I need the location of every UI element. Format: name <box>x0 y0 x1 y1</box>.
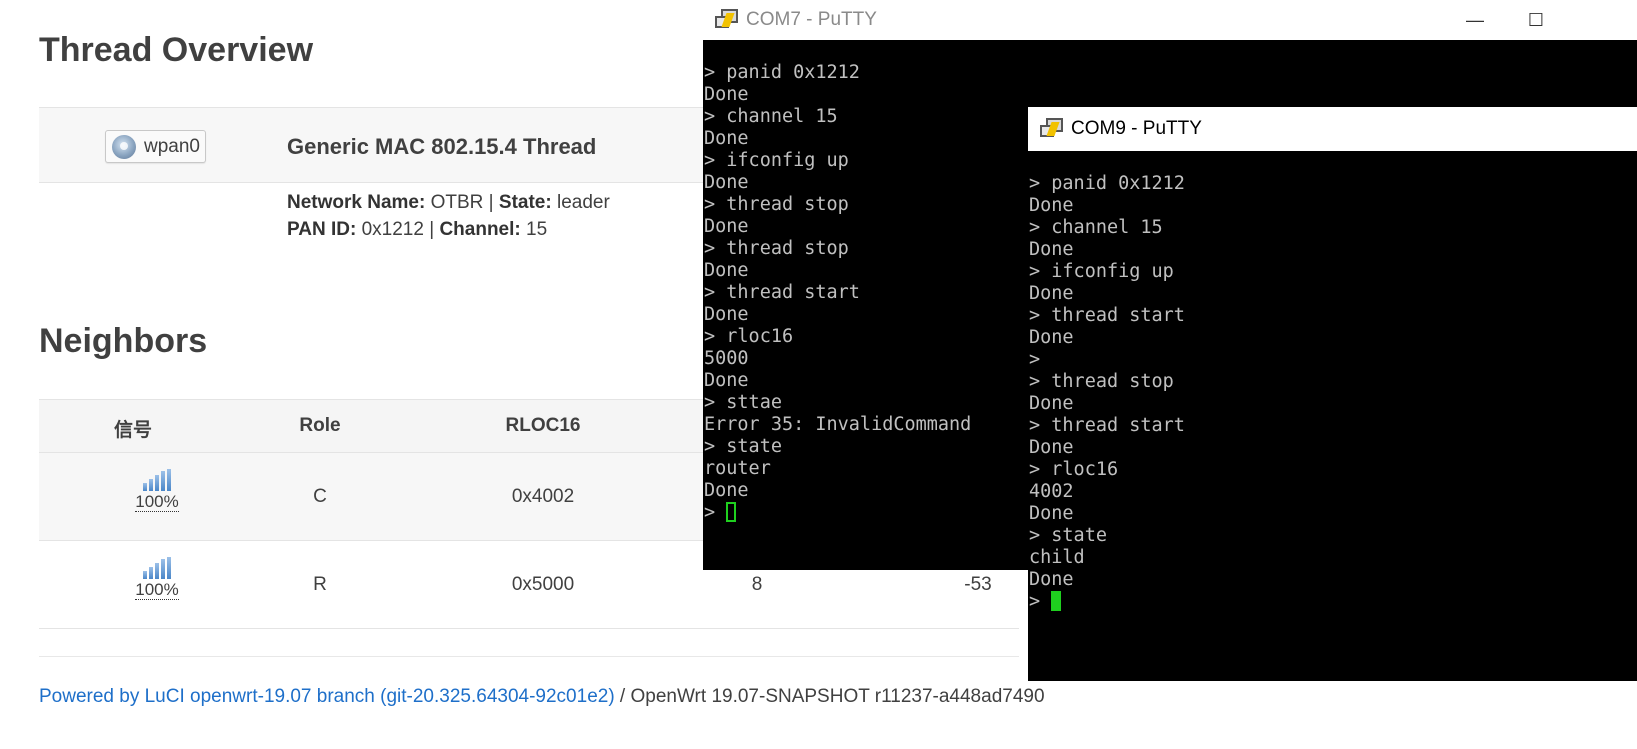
terminal-line: Done <box>1029 327 1074 348</box>
terminal-cursor <box>726 502 737 522</box>
network-name-label: Network Name: <box>287 192 426 213</box>
terminal-line: > thread stop <box>1029 371 1174 392</box>
luci-link[interactable]: Powered by LuCI openwrt-19.07 branch (gi… <box>39 686 615 707</box>
column-header-rloc16[interactable]: RLOC16 <box>506 415 581 437</box>
screen: Thread Overview wpan0 Generic MAC 802.15… <box>0 0 1637 749</box>
network-info-line-2: PAN ID: 0x1212 | Channel: 15 <box>287 219 547 241</box>
separator: | <box>488 192 494 213</box>
terminal-line: > panid 0x1212 <box>704 62 860 83</box>
wireless-network-icon <box>112 134 136 159</box>
network-info-line-1: Network Name: OTBR | State: leader <box>287 192 610 214</box>
terminal-line: > <box>1029 349 1041 370</box>
terminal-line: child <box>1029 547 1085 568</box>
maximize-button[interactable]: ☐ <box>1506 0 1566 40</box>
minimize-button[interactable]: — <box>1445 0 1505 40</box>
window-title: COM9 - PuTTY <box>1071 118 1202 139</box>
column-header-role[interactable]: Role <box>299 415 340 437</box>
interface-name: wpan0 <box>144 135 200 157</box>
terminal-line: > thread start <box>1029 415 1185 436</box>
terminal-prompt-line: > <box>1029 591 1637 613</box>
channel-value: 15 <box>526 219 548 240</box>
terminal-line: > ifconfig up <box>1029 261 1174 282</box>
terminal-line: Done <box>1029 393 1074 414</box>
terminal-com9[interactable]: > panid 0x1212 Done > channel 15 Done > ifco… <box>1028 151 1637 613</box>
terminal-line: Done <box>1029 503 1074 524</box>
terminal-line: Done <box>1029 239 1074 260</box>
putty-icon <box>714 7 740 33</box>
terminal-line: > channel 15 <box>1029 217 1163 238</box>
rssi-cell: -53 <box>964 574 992 595</box>
signal-strength-icon <box>134 557 180 579</box>
state-label: State: <box>498 192 552 213</box>
signal-cell: 100% <box>134 557 180 600</box>
terminal-line: 4002 <box>1029 481 1074 502</box>
terminal-line: > panid 0x1212 <box>1029 173 1185 194</box>
state-value: leader <box>556 192 610 213</box>
putty-icon <box>1039 116 1065 142</box>
interface-badge[interactable]: wpan0 <box>105 130 206 163</box>
terminal-line: Done <box>704 84 749 105</box>
rloc16-cell: 0x5000 <box>511 574 575 595</box>
terminal-line: Done <box>1029 569 1074 590</box>
rloc16-cell: 0x4002 <box>511 486 575 507</box>
interface-title: Generic MAC 802.15.4 Thread <box>287 134 597 159</box>
signal-strength-icon <box>134 469 180 491</box>
terminal-line: Done <box>1029 283 1074 304</box>
network-name-value: OTBR <box>430 192 484 213</box>
signal-cell: 100% <box>134 469 180 512</box>
footer: Powered by LuCI openwrt-19.07 branch (gi… <box>39 686 1045 708</box>
putty-window-com9[interactable]: COM9 - PuTTY > panid 0x1212 Done > channel… <box>1028 107 1637 681</box>
channel-label: Channel: <box>439 219 521 240</box>
separator: | <box>429 219 435 240</box>
terminal-line: Done <box>1029 195 1074 216</box>
signal-percent: 100% <box>135 580 179 600</box>
terminal-line: > rloc16 <box>1029 459 1119 480</box>
terminal-line: > state <box>1029 525 1107 546</box>
signal-percent: 100% <box>135 492 179 512</box>
role-cell: C <box>313 486 327 507</box>
titlebar-com9[interactable]: COM9 - PuTTY <box>1028 107 1637 151</box>
titlebar-com7[interactable]: COM7 - PuTTY — ☐ <box>703 0 1637 40</box>
panid-label: PAN ID: <box>287 219 357 240</box>
window-title: COM7 - PuTTY <box>746 9 877 30</box>
role-cell: R <box>313 574 327 595</box>
page-title: Thread Overview <box>39 31 314 69</box>
column-header-signal[interactable]: 信号 <box>114 415 152 442</box>
neighbors-title: Neighbors <box>39 322 208 360</box>
terminal-line: > thread start <box>1029 305 1185 326</box>
terminal-line: Done <box>1029 437 1074 458</box>
panid-value: 0x1212 <box>361 219 424 240</box>
footer-divider <box>39 656 1019 657</box>
link-margin-cell: 8 <box>751 574 763 595</box>
footer-version: / OpenWrt 19.07-SNAPSHOT r11237-a448ad74… <box>614 686 1045 707</box>
terminal-cursor <box>1051 591 1062 611</box>
